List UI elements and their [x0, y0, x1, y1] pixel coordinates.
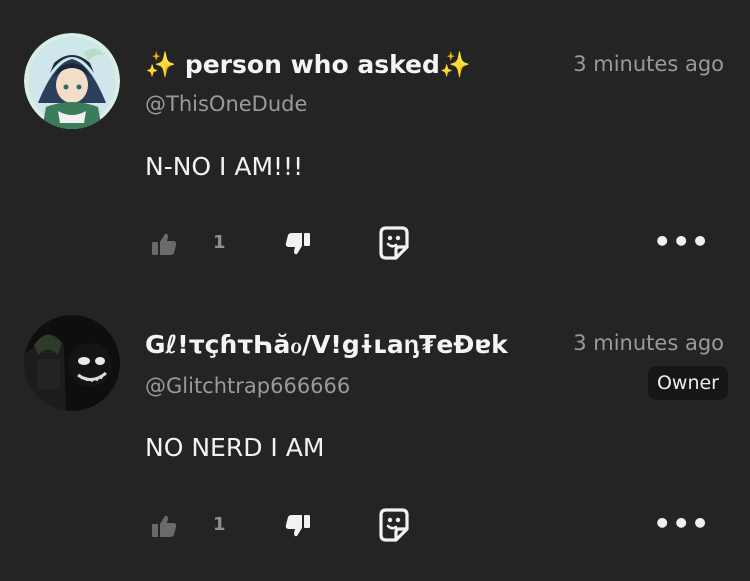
author-handle[interactable]: @Glitchtrap666666: [145, 374, 350, 398]
like-button[interactable]: [149, 228, 179, 260]
like-count: 1: [213, 514, 226, 535]
author-name[interactable]: ✨ person who asked✨: [145, 50, 545, 80]
sticker-icon: [379, 226, 409, 260]
like-count: 1: [213, 232, 226, 253]
dislike-icon: [285, 515, 310, 537]
dislike-button[interactable]: [283, 228, 313, 260]
owner-badge: Owner: [647, 366, 728, 400]
comment-actions: 1 •••: [0, 506, 750, 546]
like-icon: [152, 233, 177, 255]
more-options-button[interactable]: •••: [653, 228, 710, 256]
more-options-button[interactable]: •••: [653, 510, 710, 538]
comment-text: N-NO I AM!!!: [145, 152, 304, 181]
comment-2: Gℓ!τçɦτҺăℴ/V!gɨʟаᶇ₮eĐɐk 3 minutes ago @G…: [0, 290, 750, 581]
timestamp: 3 minutes ago: [573, 52, 724, 76]
like-icon: [152, 515, 177, 537]
avatar[interactable]: [24, 315, 120, 411]
like-button[interactable]: [149, 510, 179, 542]
author-handle[interactable]: @ThisOneDude: [145, 92, 307, 116]
timestamp: 3 minutes ago: [573, 331, 724, 355]
sticker-icon: [379, 508, 409, 542]
dislike-icon: [285, 233, 310, 255]
author-name[interactable]: Gℓ!τçɦτҺăℴ/V!gɨʟаᶇ₮eĐɐk: [145, 330, 539, 360]
sticker-button[interactable]: [377, 506, 411, 544]
avatar[interactable]: [24, 33, 120, 129]
sticker-button[interactable]: [377, 224, 411, 262]
dislike-button[interactable]: [283, 510, 313, 542]
comment-text: NO NERD I AM: [145, 433, 325, 462]
comment-actions: 1 •••: [0, 224, 750, 264]
comment-1: ✨ person who asked✨ 3 minutes ago @ThisO…: [0, 0, 750, 290]
